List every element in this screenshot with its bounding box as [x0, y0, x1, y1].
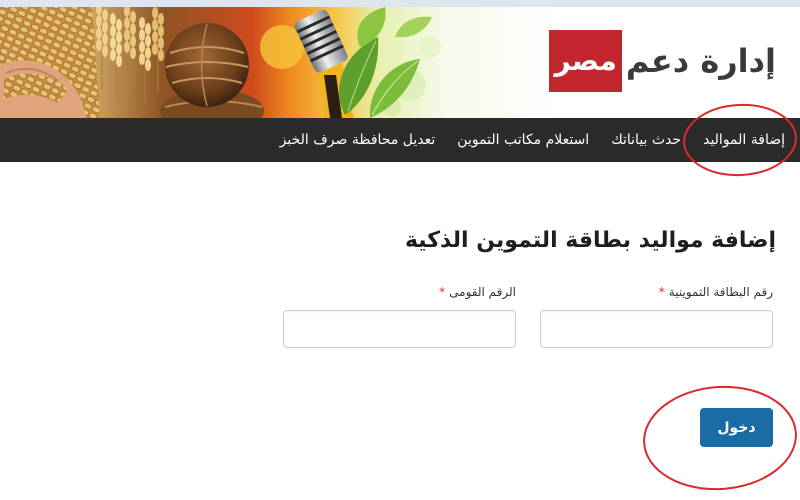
national-id-label: الرقم القومى* [283, 283, 516, 301]
ration-card-number-input[interactable] [540, 310, 773, 348]
national-id-field: الرقم القومى* [283, 283, 516, 348]
logo-text: إدارة دعم [625, 42, 776, 80]
ration-card-field: رقم البطاقة التموينية* [540, 283, 773, 348]
national-id-input[interactable] [283, 310, 516, 348]
page-title: إضافة مواليد بطاقة التموين الذكية [404, 228, 776, 253]
nav-item-supply-offices[interactable]: استعلام مكاتب التموين [457, 132, 589, 148]
site-logo[interactable]: إدارة دعم مصر [549, 30, 776, 92]
national-id-label-text: الرقم القومى [449, 285, 516, 299]
ration-card-label-text: رقم البطاقة التموينية [668, 285, 773, 299]
login-button[interactable]: دخول [700, 408, 773, 447]
main-nav: إضافة المواليد حدث بياناتك استعلام مكاتب… [0, 118, 800, 162]
nav-item-update-data[interactable]: حدث بياناتك [611, 132, 681, 148]
header-banner: إدارة دعم مصر [0, 7, 800, 118]
required-mark: * [658, 285, 665, 299]
top-border-strip [0, 0, 800, 7]
required-mark: * [439, 285, 446, 299]
nav-item-add-births[interactable]: إضافة المواليد [703, 132, 785, 148]
nav-item-bread-governorate[interactable]: تعديل محافظة صرف الخبز [280, 132, 436, 148]
ration-card-label: رقم البطاقة التموينية* [540, 283, 773, 301]
logo-red-box: مصر [549, 30, 622, 92]
banner-image [0, 7, 560, 118]
page: إدارة دعم مصر إضافة المواليد حدث بياناتك… [0, 0, 800, 500]
